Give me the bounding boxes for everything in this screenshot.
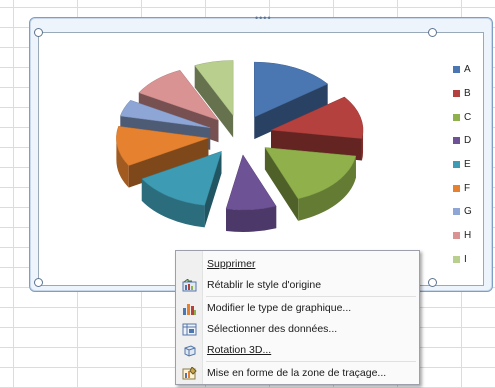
- menu-item-select-data[interactable]: Sélectionner des données...: [176, 319, 419, 339]
- legend-item[interactable]: E: [453, 153, 483, 177]
- rotation-3d-icon: [181, 343, 197, 357]
- legend-swatch-h: [453, 232, 460, 240]
- menu-item-label: Mise en forme de la zone de traçage...: [207, 367, 387, 379]
- legend-item[interactable]: H: [453, 224, 483, 248]
- legend-item[interactable]: A: [453, 58, 483, 82]
- legend-item[interactable]: B: [453, 82, 483, 106]
- legend-item[interactable]: F: [453, 176, 483, 200]
- legend-item[interactable]: D: [453, 129, 483, 153]
- legend-label: F: [464, 182, 471, 194]
- menu-separator: [206, 361, 416, 362]
- menu-item-label: Rétablir le style d'origine: [207, 279, 322, 291]
- select-data-icon: [181, 322, 197, 336]
- format-plot-area-icon: [181, 366, 197, 380]
- legend-label: H: [464, 230, 472, 242]
- chart-legend[interactable]: A B C D E F G H I: [453, 58, 483, 271]
- pie-slice-c[interactable]: [264, 147, 357, 221]
- legend-label: I: [464, 253, 467, 265]
- context-menu[interactable]: Supprimer Rétablir le style d'origine Mo…: [175, 250, 420, 385]
- menu-item-format-plot-area[interactable]: Mise en forme de la zone de traçage...: [176, 363, 419, 383]
- menu-separator: [206, 296, 416, 297]
- legend-swatch-c: [453, 113, 460, 121]
- legend-swatch-e: [453, 161, 460, 169]
- legend-swatch-i: [453, 255, 460, 263]
- menu-item-reset-style[interactable]: Rétablir le style d'origine: [176, 275, 419, 295]
- legend-swatch-d: [453, 137, 460, 145]
- reset-style-icon: [181, 278, 197, 292]
- legend-label: E: [464, 159, 471, 171]
- menu-item-label: Rotation 3D...: [207, 344, 272, 356]
- legend-item[interactable]: G: [453, 200, 483, 224]
- menu-item-change-chart-type[interactable]: Modifier le type de graphique...: [176, 298, 419, 318]
- legend-label: G: [464, 206, 472, 218]
- menu-item-label: Sélectionner des données...: [207, 323, 338, 335]
- menu-item-label: Modifier le type de graphique...: [207, 302, 352, 314]
- legend-item[interactable]: I: [453, 248, 483, 272]
- menu-item-label: Supprimer: [207, 258, 256, 270]
- legend-item[interactable]: C: [453, 105, 483, 129]
- menu-item-rotation-3d[interactable]: Rotation 3D...: [176, 340, 419, 360]
- legend-label: C: [464, 111, 472, 123]
- legend-swatch-g: [453, 208, 460, 216]
- blank-icon: [181, 257, 197, 271]
- legend-label: A: [464, 64, 471, 76]
- legend-label: D: [464, 135, 472, 147]
- legend-swatch-a: [453, 66, 460, 74]
- menu-item-delete[interactable]: Supprimer: [176, 254, 419, 274]
- legend-swatch-f: [453, 184, 460, 192]
- legend-swatch-b: [453, 90, 460, 98]
- chart-type-icon: [181, 301, 197, 315]
- legend-label: B: [464, 88, 471, 100]
